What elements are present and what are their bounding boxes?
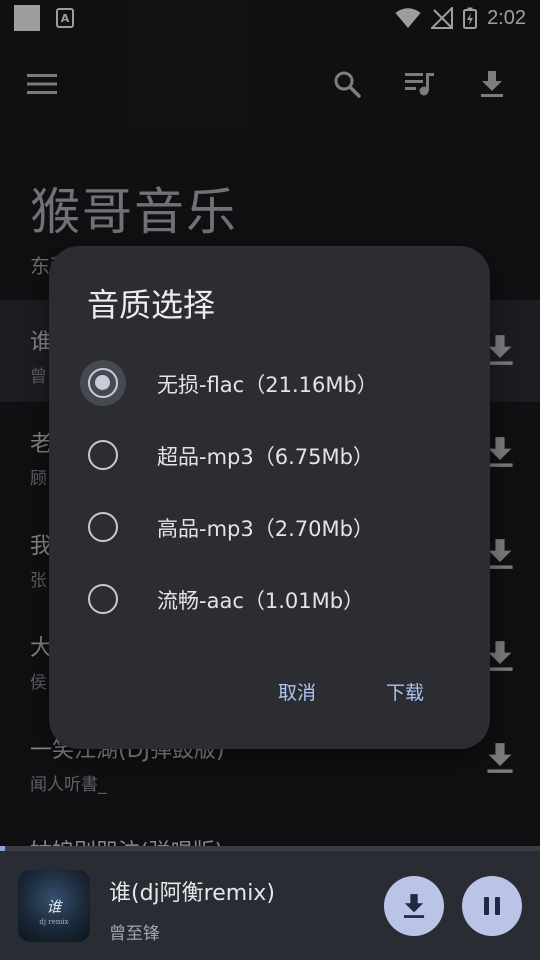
album-cover: 谁 dj remix <box>18 870 90 942</box>
now-playing-artist: 曾至锋 <box>109 924 160 944</box>
quality-select-dialog: 音质选择 无损-flac（21.16Mb） 超品-mp3（6.75Mb） 高品-… <box>49 246 490 749</box>
pause-button[interactable] <box>462 876 522 936</box>
option-label: 无损-flac（21.16Mb） <box>157 373 378 397</box>
radio-button-checked[interactable] <box>88 368 118 398</box>
option-label: 流畅-aac（1.01Mb） <box>157 589 365 613</box>
radio-button[interactable] <box>88 584 118 614</box>
option-label: 高品-mp3（2.70Mb） <box>157 517 374 541</box>
download-icon <box>403 894 425 918</box>
quality-option-aac[interactable]: 流畅-aac（1.01Mb） <box>49 571 490 627</box>
radio-button[interactable] <box>88 512 118 542</box>
dialog-title: 音质选择 <box>87 286 216 324</box>
now-playing-title: 谁(dj阿衡remix) <box>109 881 275 906</box>
cancel-button[interactable]: 取消 <box>278 678 316 705</box>
download-button[interactable]: 下载 <box>386 678 424 705</box>
cover-title: 谁 <box>46 898 62 916</box>
mini-player[interactable]: 谁 dj remix 谁(dj阿衡remix) 曾至锋 <box>0 851 540 960</box>
quality-option-mp3-super[interactable]: 超品-mp3（6.75Mb） <box>49 427 490 483</box>
player-download-button[interactable] <box>384 876 444 936</box>
cover-subtitle: dj remix <box>39 918 69 926</box>
radio-button[interactable] <box>88 440 118 470</box>
pause-icon <box>484 897 500 915</box>
quality-option-mp3-high[interactable]: 高品-mp3（2.70Mb） <box>49 499 490 555</box>
quality-option-flac[interactable]: 无损-flac（21.16Mb） <box>49 355 490 411</box>
option-label: 超品-mp3（6.75Mb） <box>157 445 374 469</box>
